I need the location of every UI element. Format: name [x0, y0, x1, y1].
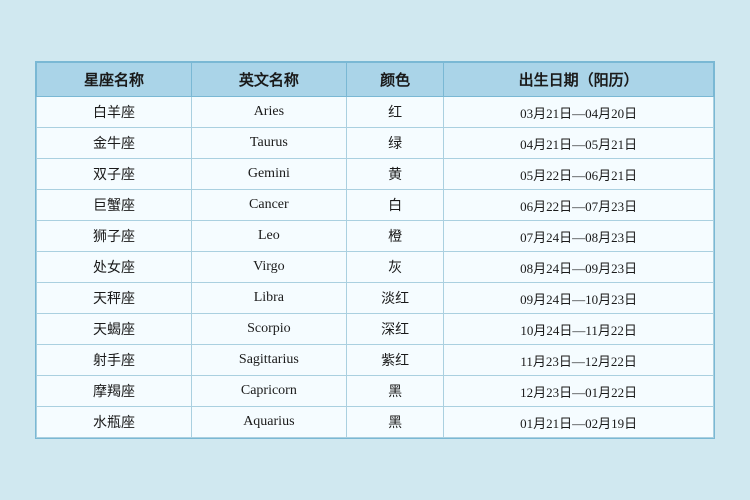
zodiac-table: 星座名称 英文名称 颜色 出生日期（阳历） 白羊座Aries红03月21日—04…	[36, 62, 714, 438]
table-row: 处女座Virgo灰08月24日—09月23日	[37, 252, 714, 283]
cell-english-name: Aquarius	[191, 407, 346, 438]
cell-english-name: Gemini	[191, 159, 346, 190]
table-row: 双子座Gemini黄05月22日—06月21日	[37, 159, 714, 190]
table-row: 射手座Sagittarius紫红11月23日—12月22日	[37, 345, 714, 376]
cell-color: 白	[346, 190, 444, 221]
cell-dates: 11月23日—12月22日	[444, 345, 714, 376]
table-row: 金牛座Taurus绿04月21日—05月21日	[37, 128, 714, 159]
cell-dates: 08月24日—09月23日	[444, 252, 714, 283]
cell-color: 黄	[346, 159, 444, 190]
cell-color: 紫红	[346, 345, 444, 376]
cell-color: 淡红	[346, 283, 444, 314]
cell-english-name: Taurus	[191, 128, 346, 159]
cell-dates: 04月21日—05月21日	[444, 128, 714, 159]
cell-color: 橙	[346, 221, 444, 252]
cell-chinese-name: 摩羯座	[37, 376, 192, 407]
cell-dates: 10月24日—11月22日	[444, 314, 714, 345]
table-row: 白羊座Aries红03月21日—04月20日	[37, 97, 714, 128]
cell-english-name: Libra	[191, 283, 346, 314]
cell-chinese-name: 狮子座	[37, 221, 192, 252]
table-body: 白羊座Aries红03月21日—04月20日金牛座Taurus绿04月21日—0…	[37, 97, 714, 438]
cell-dates: 03月21日—04月20日	[444, 97, 714, 128]
cell-chinese-name: 双子座	[37, 159, 192, 190]
cell-color: 黑	[346, 407, 444, 438]
cell-dates: 09月24日—10月23日	[444, 283, 714, 314]
cell-english-name: Aries	[191, 97, 346, 128]
cell-english-name: Scorpio	[191, 314, 346, 345]
cell-chinese-name: 白羊座	[37, 97, 192, 128]
cell-chinese-name: 巨蟹座	[37, 190, 192, 221]
table-header-row: 星座名称 英文名称 颜色 出生日期（阳历）	[37, 63, 714, 97]
cell-english-name: Leo	[191, 221, 346, 252]
cell-english-name: Cancer	[191, 190, 346, 221]
cell-dates: 01月21日—02月19日	[444, 407, 714, 438]
header-english-name: 英文名称	[191, 63, 346, 97]
zodiac-table-container: 星座名称 英文名称 颜色 出生日期（阳历） 白羊座Aries红03月21日—04…	[35, 61, 715, 439]
header-color: 颜色	[346, 63, 444, 97]
table-row: 巨蟹座Cancer白06月22日—07月23日	[37, 190, 714, 221]
cell-dates: 06月22日—07月23日	[444, 190, 714, 221]
cell-english-name: Capricorn	[191, 376, 346, 407]
header-dates: 出生日期（阳历）	[444, 63, 714, 97]
table-row: 天蝎座Scorpio深红10月24日—11月22日	[37, 314, 714, 345]
cell-chinese-name: 处女座	[37, 252, 192, 283]
table-row: 摩羯座Capricorn黑12月23日—01月22日	[37, 376, 714, 407]
cell-chinese-name: 天蝎座	[37, 314, 192, 345]
cell-chinese-name: 金牛座	[37, 128, 192, 159]
table-row: 天秤座Libra淡红09月24日—10月23日	[37, 283, 714, 314]
cell-chinese-name: 天秤座	[37, 283, 192, 314]
cell-english-name: Sagittarius	[191, 345, 346, 376]
cell-english-name: Virgo	[191, 252, 346, 283]
header-chinese-name: 星座名称	[37, 63, 192, 97]
table-row: 水瓶座Aquarius黑01月21日—02月19日	[37, 407, 714, 438]
cell-color: 红	[346, 97, 444, 128]
cell-dates: 05月22日—06月21日	[444, 159, 714, 190]
cell-chinese-name: 水瓶座	[37, 407, 192, 438]
cell-chinese-name: 射手座	[37, 345, 192, 376]
table-row: 狮子座Leo橙07月24日—08月23日	[37, 221, 714, 252]
cell-color: 灰	[346, 252, 444, 283]
cell-color: 绿	[346, 128, 444, 159]
cell-dates: 07月24日—08月23日	[444, 221, 714, 252]
cell-color: 黑	[346, 376, 444, 407]
cell-color: 深红	[346, 314, 444, 345]
cell-dates: 12月23日—01月22日	[444, 376, 714, 407]
